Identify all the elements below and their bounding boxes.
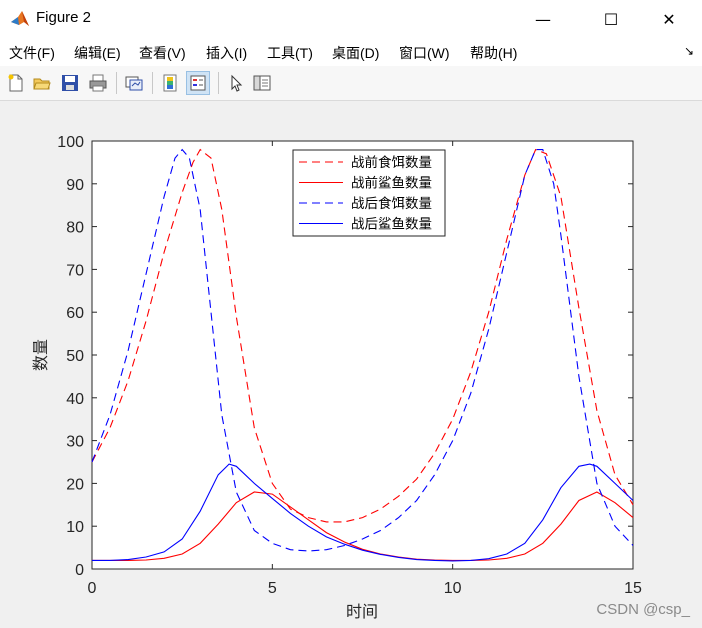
new-figure-icon [8,74,23,92]
menu-bar: 文件(F) 编辑(E) 查看(V) 插入(I) 工具(T) 桌面(D) 窗口(W… [0,38,702,66]
y-tick-label: 80 [66,220,84,237]
y-tick-label: 10 [66,519,84,536]
menu-tools[interactable]: 工具(T) [267,43,313,63]
x-tick-label: 15 [624,580,642,597]
property-editor-button[interactable] [250,71,274,95]
menu-desktop[interactable]: 桌面(D) [332,43,379,63]
x-tick-label: 0 [88,580,97,597]
y-tick-label: 40 [66,391,84,408]
x-tick-label: 5 [268,580,277,597]
save-icon [62,75,78,91]
toolbar-separator [116,72,117,94]
toolbar-separator [152,72,153,94]
y-tick-label: 50 [66,348,84,365]
y-tick-label: 0 [75,562,84,579]
close-icon: ✕ [662,9,676,29]
y-axis-label: 数量 [32,339,50,371]
legend-entry: 战后食饵数量 [351,195,432,211]
maximize-icon: ☐ [603,9,619,29]
x-axis-label: 时间 [346,603,378,621]
link-plot-icon [125,76,143,91]
legend-entry: 战前食饵数量 [351,154,432,170]
toolbar [0,66,702,101]
open-button[interactable] [30,71,54,95]
pointer-button[interactable] [224,71,248,95]
legend-entry: 战后鲨鱼数量 [351,216,432,232]
window-title: Figure 2 [36,9,92,26]
legend[interactable]: 战前食饵数量战前鲨鱼数量战后食饵数量战后鲨鱼数量 [292,149,446,237]
pointer-icon [231,74,243,92]
new-figure-button[interactable] [4,71,28,95]
dock-arrow-icon[interactable]: ↘ [684,44,694,58]
menu-edit[interactable]: 编辑(E) [74,43,121,63]
menu-insert[interactable]: 插入(I) [206,43,247,63]
y-tick-label: 60 [66,305,84,322]
legend-entry: 战前鲨鱼数量 [351,175,432,191]
print-icon [89,74,107,92]
maximize-button[interactable]: ☐ [588,0,634,38]
y-tick-label: 70 [66,262,84,279]
y-tick-label: 30 [66,434,84,451]
legend-icon [190,75,206,91]
link-plot-button[interactable] [122,71,146,95]
minimize-button[interactable]: — [520,0,566,38]
menu-file[interactable]: 文件(F) [9,43,55,63]
y-tick-label: 100 [57,134,84,151]
property-editor-icon [253,75,271,91]
colorbar-button[interactable] [158,71,182,95]
figure-canvas: 0 5 10 15 0 10 20 30 40 50 60 70 80 90 100 时间 数量 战前食饵数… [0,101,702,628]
matlab-logo-icon [11,11,29,26]
y-tick-label: 20 [66,476,84,493]
chart: 0 5 10 15 0 10 20 30 40 50 60 70 80 90 100 时间 数量 战前食饵数… [32,134,642,621]
y-tick-label: 90 [66,177,84,194]
legend-button[interactable] [186,71,210,95]
watermark: CSDN @csp_ [596,601,690,618]
menu-window[interactable]: 窗口(W) [399,43,450,63]
save-button[interactable] [58,71,82,95]
title-bar: Figure 2 — ☐ ✕ [0,0,702,38]
x-tick-label: 10 [444,580,462,597]
menu-help[interactable]: 帮助(H) [470,43,517,63]
open-folder-icon [33,78,51,90]
print-button[interactable] [86,71,110,95]
minimize-icon: — [535,9,551,29]
menu-view[interactable]: 查看(V) [139,43,186,63]
toolbar-separator [218,72,219,94]
close-button[interactable]: ✕ [646,0,692,38]
colorbar-icon [163,74,177,92]
